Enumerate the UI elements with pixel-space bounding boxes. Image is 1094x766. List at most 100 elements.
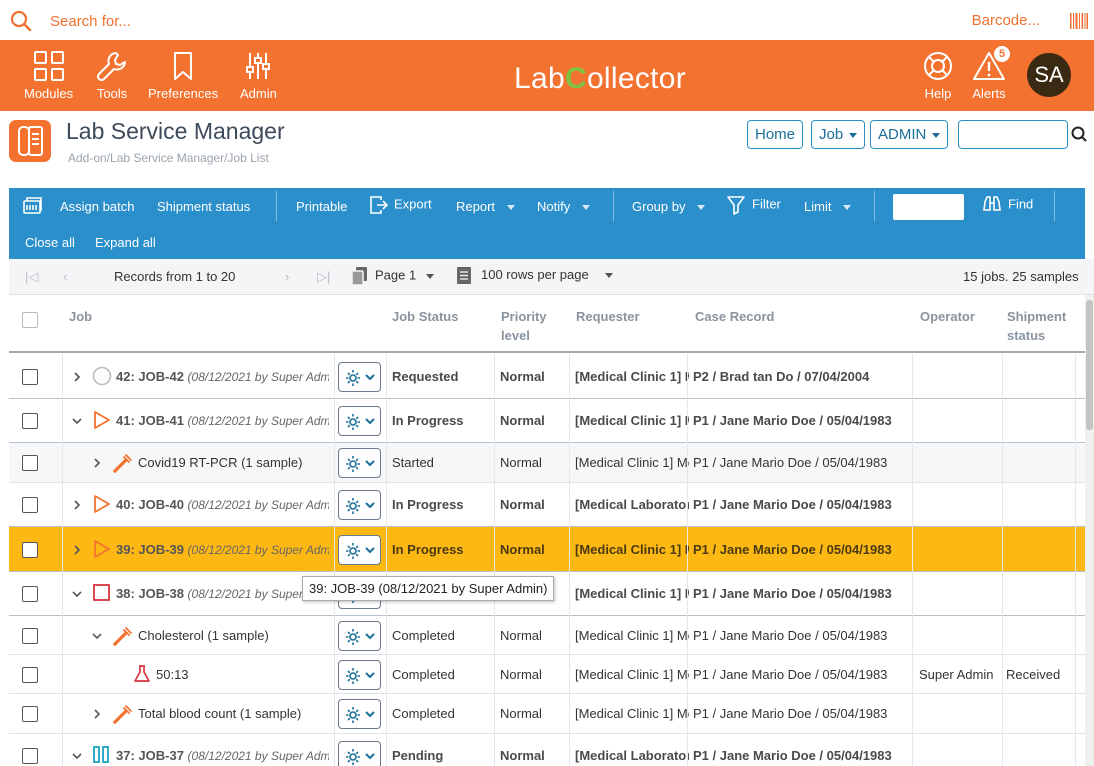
row-actions-menu[interactable] — [338, 620, 381, 651]
row-checkbox[interactable] — [22, 706, 38, 722]
notify-menu[interactable]: Notify — [537, 199, 591, 214]
job-title-cell[interactable]: 37: JOB-37 (08/12/2021 by Super Admin) — [116, 748, 329, 763]
labcollector-logo[interactable]: LabCollector — [514, 62, 686, 96]
search-icon[interactable] — [10, 10, 32, 32]
group-by-menu[interactable]: Group by — [632, 199, 706, 214]
page-select[interactable]: Page 1 — [351, 267, 435, 286]
report-menu[interactable]: Report — [456, 199, 516, 214]
chevron-down-icon[interactable] — [72, 416, 82, 426]
requester-cell[interactable]: [Medical Clinic 1] Medical Clinic — [575, 706, 689, 721]
row-actions-menu[interactable] — [338, 448, 381, 478]
column-header-job[interactable]: Job — [69, 307, 92, 326]
requester-cell[interactable]: [Medical Clinic 1] Medical Clinic — [575, 369, 689, 384]
row-actions-menu[interactable] — [338, 361, 381, 392]
row-checkbox[interactable] — [22, 627, 38, 644]
table-row[interactable]: Covid19 RT-PCR (1 sample) Started Normal [… — [9, 443, 1089, 483]
case-record-cell[interactable]: P1 / Jane Mario Doe / 05/04/1983 — [693, 628, 913, 643]
row-checkbox[interactable] — [22, 666, 38, 683]
rows-per-page-select[interactable]: 100 rows per page — [457, 267, 613, 285]
barcode-icon[interactable] — [1070, 13, 1088, 29]
table-row[interactable]: 37: JOB-37 (08/12/2021 by Super Admin) Pe… — [9, 734, 1089, 766]
row-checkbox[interactable] — [22, 748, 38, 764]
chevron-down-icon[interactable] — [92, 631, 102, 641]
admin-menu-button[interactable]: ADMIN — [870, 120, 949, 149]
job-title-cell[interactable]: Cholesterol (1 sample) — [138, 628, 329, 643]
job-title-cell[interactable]: 50:13 — [156, 667, 329, 682]
nav-preferences[interactable]: Preferences — [148, 50, 218, 101]
job-title-cell[interactable]: 40: JOB-40 (08/12/2021 by Super Admin) — [116, 497, 329, 512]
row-checkbox[interactable] — [22, 586, 38, 602]
chevron-right-icon[interactable] — [92, 709, 102, 719]
barcode-field[interactable]: Barcode... — [972, 12, 1040, 29]
row-checkbox[interactable] — [22, 413, 38, 429]
table-row[interactable]: 39: JOB-39 (08/12/2021 by Super Admin) In… — [9, 527, 1089, 572]
requester-cell[interactable]: [Medical Clinic 1] Medical Clinic — [575, 455, 689, 470]
chevron-right-icon[interactable] — [72, 500, 82, 510]
select-all-checkbox[interactable] — [22, 312, 38, 328]
limit-menu[interactable]: Limit — [804, 199, 852, 214]
nav-admin[interactable]: Admin — [240, 50, 277, 101]
requester-cell[interactable]: [Medical Clinic 1] Medical Clinic — [575, 542, 689, 557]
requester-cell[interactable]: [Medical Clinic 1] Medical Clinic — [575, 667, 689, 682]
chevron-down-icon[interactable] — [72, 589, 82, 599]
row-actions-menu[interactable] — [338, 490, 381, 520]
case-record-cell[interactable]: P1 / Jane Mario Doe / 05/04/1983 — [693, 706, 913, 721]
case-record-cell[interactable]: P2 / Brad tan Do / 07/04/2004 — [693, 369, 913, 384]
row-actions-menu[interactable] — [338, 659, 381, 690]
job-title-cell[interactable]: 41: JOB-41 (08/12/2021 by Super Admin) — [116, 413, 329, 428]
column-header-status[interactable]: Job Status — [392, 307, 458, 326]
table-row[interactable]: 41: JOB-41 (08/12/2021 by Super Admin) In… — [9, 399, 1089, 443]
row-actions-menu[interactable] — [338, 699, 381, 729]
case-record-cell[interactable]: P1 / Jane Mario Doe / 05/04/1983 — [693, 497, 913, 512]
job-title-cell[interactable]: Covid19 RT-PCR (1 sample) — [138, 455, 329, 470]
chevron-right-icon[interactable] — [92, 458, 102, 468]
column-header-operator[interactable]: Operator — [920, 307, 975, 326]
first-page-icon[interactable]: |◁ — [25, 269, 38, 285]
job-title-cell[interactable]: 38: JOB-38 (08/12/2021 by Super Admin) — [116, 586, 329, 601]
case-record-cell[interactable]: P1 / Jane Mario Doe / 05/04/1983 — [693, 748, 913, 763]
job-title-cell[interactable]: 39: JOB-39 (08/12/2021 by Super Admin) — [116, 542, 329, 557]
requester-cell[interactable]: [Medical Clinic 1] Medical Clinic — [575, 413, 689, 428]
row-actions-menu[interactable] — [338, 406, 381, 436]
home-button[interactable]: Home — [747, 120, 804, 149]
export-button[interactable]: Export — [368, 195, 432, 215]
table-row[interactable]: 42: JOB-42 (08/12/2021 by Super Admin) Re… — [9, 354, 1089, 399]
case-record-cell[interactable]: P1 / Jane Mario Doe / 05/04/1983 — [693, 455, 913, 470]
filter-button[interactable]: Filter — [726, 195, 781, 215]
nav-tools[interactable]: Tools — [96, 50, 128, 101]
chevron-down-icon[interactable] — [72, 751, 82, 761]
close-all-button[interactable]: Close all — [25, 235, 75, 250]
case-record-cell[interactable]: P1 / Jane Mario Doe / 05/04/1983 — [693, 667, 913, 682]
table-row[interactable]: 50:13 Completed Normal [Medical Clinic 1] … — [9, 655, 1089, 694]
column-header-case-record[interactable]: Case Record — [695, 307, 774, 326]
search-icon[interactable] — [1071, 126, 1087, 142]
requester-cell[interactable]: [Medical Clinic 1] Medical Clinic — [575, 628, 689, 643]
job-menu-button[interactable]: Job — [811, 120, 866, 149]
row-actions-menu[interactable] — [338, 741, 381, 766]
row-checkbox[interactable] — [22, 497, 38, 513]
row-actions-menu[interactable] — [338, 534, 381, 565]
assign-batch-button[interactable] — [22, 195, 50, 215]
case-record-cell[interactable]: P1 / Jane Mario Doe / 05/04/1983 — [693, 586, 913, 601]
chevron-right-icon[interactable] — [72, 371, 82, 382]
column-header-priority[interactable]: Priority level — [501, 307, 561, 345]
row-checkbox[interactable] — [22, 368, 38, 385]
requester-cell[interactable]: [Medical Laboratory] Lab — [575, 748, 689, 763]
row-checkbox[interactable] — [22, 455, 38, 471]
user-avatar[interactable]: SA — [1027, 53, 1071, 97]
prev-page-icon[interactable]: ‹ — [63, 269, 67, 284]
row-checkbox[interactable] — [22, 541, 38, 558]
printable-button[interactable]: Printable — [296, 199, 347, 214]
requester-cell[interactable]: [Medical Laboratory] Lab — [575, 497, 689, 512]
search-input[interactable] — [50, 8, 450, 34]
requester-cell[interactable]: [Medical Clinic 1] Medical Clinic — [575, 586, 689, 601]
expand-all-button[interactable]: Expand all — [95, 235, 156, 250]
next-page-icon[interactable]: › — [285, 269, 289, 284]
find-button[interactable]: Find — [982, 195, 1033, 215]
nav-help[interactable]: Help — [922, 50, 954, 101]
column-header-shipment[interactable]: Shipment status — [1007, 307, 1082, 345]
find-input[interactable] — [893, 194, 964, 220]
column-header-requester[interactable]: Requester — [576, 307, 640, 326]
case-record-cell[interactable]: P1 / Jane Mario Doe / 05/04/1983 — [693, 413, 913, 428]
nav-modules[interactable]: Modules — [24, 50, 73, 101]
